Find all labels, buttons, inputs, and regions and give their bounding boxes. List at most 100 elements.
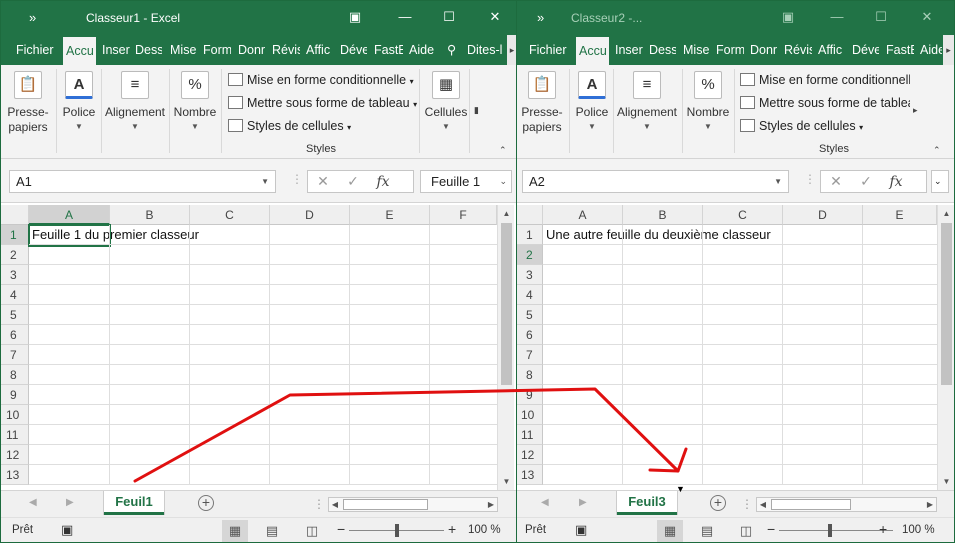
row-header[interactable]: 7 — [517, 345, 543, 365]
row-header[interactable]: 5 — [517, 305, 543, 325]
select-all-corner[interactable] — [517, 205, 543, 225]
tab-fichier[interactable]: Fichier — [16, 35, 56, 65]
page-break-view-button[interactable]: ◫ — [733, 520, 759, 542]
tab-affichage[interactable]: Affic — [818, 35, 846, 65]
chevron-down-icon[interactable]: ▼ — [774, 171, 782, 192]
ribbon-display-icon[interactable]: ▣ — [780, 9, 796, 25]
close-button[interactable]: ✕ — [487, 9, 503, 25]
cell-styles-button[interactable]: Styles de cellules ▾ — [740, 116, 863, 136]
zoom-slider[interactable] — [779, 530, 893, 531]
page-break-view-button[interactable]: ◫ — [299, 520, 325, 542]
row-header[interactable]: 2 — [1, 245, 29, 265]
hscroll-thumb[interactable] — [771, 499, 851, 510]
excel-window-classeur2[interactable]: » Classeur2 -... ▣ — ☐ ✕ Fichier Accu In… — [517, 0, 955, 543]
column-header-c[interactable]: C — [190, 205, 270, 225]
page-layout-view-button[interactable]: ▤ — [259, 520, 285, 542]
tab-fichier[interactable]: Fichier — [529, 35, 569, 65]
column-header-d[interactable]: D — [783, 205, 863, 225]
name-box[interactable]: A1 ▼ — [9, 170, 276, 193]
row-header[interactable]: 1 — [517, 225, 543, 245]
paste-group[interactable]: 📋 Presse- papiers — [521, 69, 563, 135]
cell-styles-button[interactable]: Styles de cellules ▾ — [228, 116, 351, 136]
tab-revision[interactable]: Révis — [272, 35, 300, 65]
tab-developpeur[interactable]: Déve — [852, 35, 879, 65]
scroll-left-icon[interactable]: ◀ — [757, 498, 769, 511]
paste-group[interactable]: 📋 Presse- papiers — [7, 69, 49, 135]
tab-accueil[interactable]: Accu — [63, 35, 96, 65]
name-box[interactable]: A2 ▼ — [522, 170, 789, 193]
tab-scroll-right-icon[interactable]: ▸ — [943, 35, 954, 65]
tab-dessin[interactable]: Dess — [649, 35, 676, 65]
sheet-tab-feuil1[interactable]: Feuil1 — [104, 491, 164, 515]
format-as-table-button[interactable]: Mettre sous forme de tableau — [740, 93, 910, 113]
tab-accueil[interactable]: Accu — [576, 35, 609, 65]
prev-sheet-icon[interactable]: ◀ — [29, 497, 37, 508]
excel-window-classeur1[interactable]: » Classeur1 - Excel ▣ — ☐ ✕ Fichier Accu… — [0, 0, 517, 543]
row-header[interactable]: 4 — [1, 285, 29, 305]
column-header-a[interactable]: A — [29, 205, 110, 225]
zoom-out-button[interactable]: − — [767, 521, 775, 537]
tab-insertion[interactable]: Inser — [102, 35, 130, 65]
scroll-left-icon[interactable]: ◀ — [329, 498, 341, 511]
zoom-out-button[interactable]: − — [337, 521, 345, 537]
hscroll-thumb[interactable] — [343, 499, 428, 510]
scroll-thumb[interactable] — [941, 223, 952, 385]
horizontal-scrollbar[interactable]: ◀ ▶ — [328, 497, 498, 512]
tab-aide[interactable]: Aide — [409, 35, 436, 65]
cancel-icon[interactable]: ✕ — [308, 171, 338, 192]
search-icon[interactable]: ⚲ — [447, 35, 461, 65]
tab-formules[interactable]: Form — [203, 35, 231, 65]
column-header-b[interactable]: B — [623, 205, 703, 225]
chevron-down-icon[interactable]: ▼ — [261, 171, 269, 192]
row-header[interactable]: 10 — [517, 405, 543, 425]
zoom-in-button[interactable]: + — [448, 521, 456, 537]
row-header[interactable]: 9 — [517, 385, 543, 405]
add-sheet-icon[interactable]: + — [710, 495, 726, 511]
next-sheet-icon[interactable]: ▶ — [579, 497, 587, 508]
row-header[interactable]: 12 — [517, 445, 543, 465]
insert-function-icon[interactable]: fx — [368, 172, 398, 193]
column-header-e[interactable]: E — [350, 205, 430, 225]
enter-icon[interactable]: ✓ — [851, 171, 881, 192]
column-header-f[interactable]: F — [430, 205, 497, 225]
tab-dessin[interactable]: Dess — [135, 35, 162, 65]
row-header[interactable]: 13 — [1, 465, 29, 485]
maximize-button[interactable]: ☐ — [441, 9, 457, 25]
collapse-ribbon-icon[interactable]: ⌃ — [933, 145, 941, 156]
tab-aide[interactable]: Aide — [920, 35, 942, 65]
tab-revision[interactable]: Révis — [784, 35, 812, 65]
row-header[interactable]: 9 — [1, 385, 29, 405]
conditional-format-button[interactable]: Mise en forme conditionnelle — [740, 70, 910, 90]
row-header[interactable]: 6 — [517, 325, 543, 345]
zoom-slider-thumb[interactable] — [395, 524, 399, 537]
row-header[interactable]: 13 — [517, 465, 543, 485]
spreadsheet-grid[interactable]: A B C D E F 1 2 3 4 5 6 7 8 9 10 11 12 1… — [1, 205, 497, 490]
tell-me-box[interactable]: Dites-l — [467, 35, 505, 65]
row-header[interactable]: 7 — [1, 345, 29, 365]
insert-function-icon[interactable]: fx — [881, 172, 911, 193]
vertical-scrollbar[interactable]: ▲ ▼ — [497, 205, 514, 490]
row-header[interactable]: 1 — [1, 225, 29, 245]
column-header-a[interactable]: A — [543, 205, 623, 225]
zoom-level[interactable]: 100 % — [468, 524, 501, 536]
alignment-group[interactable]: ≡ Alignement ▼ — [615, 69, 679, 131]
scroll-down-icon[interactable]: ▼ — [498, 477, 515, 486]
number-group[interactable]: % Nombre ▼ — [685, 69, 731, 131]
enter-icon[interactable]: ✓ — [338, 171, 368, 192]
spreadsheet-grid[interactable]: A B C D E 1 2 3 4 5 6 7 8 9 10 11 12 13 … — [517, 205, 937, 490]
minimize-button[interactable]: — — [829, 9, 845, 25]
column-header-b[interactable]: B — [110, 205, 190, 225]
scroll-thumb[interactable] — [501, 223, 512, 385]
macro-record-icon[interactable]: ▣ — [61, 522, 73, 538]
row-header[interactable]: 5 — [1, 305, 29, 325]
row-header[interactable]: 4 — [517, 285, 543, 305]
row-header[interactable]: 10 — [1, 405, 29, 425]
tab-split-grip-icon[interactable]: ⋮ — [741, 497, 753, 511]
scroll-right-icon[interactable]: ▶ — [924, 498, 936, 511]
normal-view-button[interactable]: ▦ — [222, 520, 248, 542]
column-header-e[interactable]: E — [863, 205, 937, 225]
tab-developpeur[interactable]: Déve — [340, 35, 367, 65]
tab-donnees[interactable]: Donr — [238, 35, 267, 65]
row-header[interactable]: 3 — [517, 265, 543, 285]
tab-fastexcel[interactable]: FastE — [886, 35, 914, 65]
